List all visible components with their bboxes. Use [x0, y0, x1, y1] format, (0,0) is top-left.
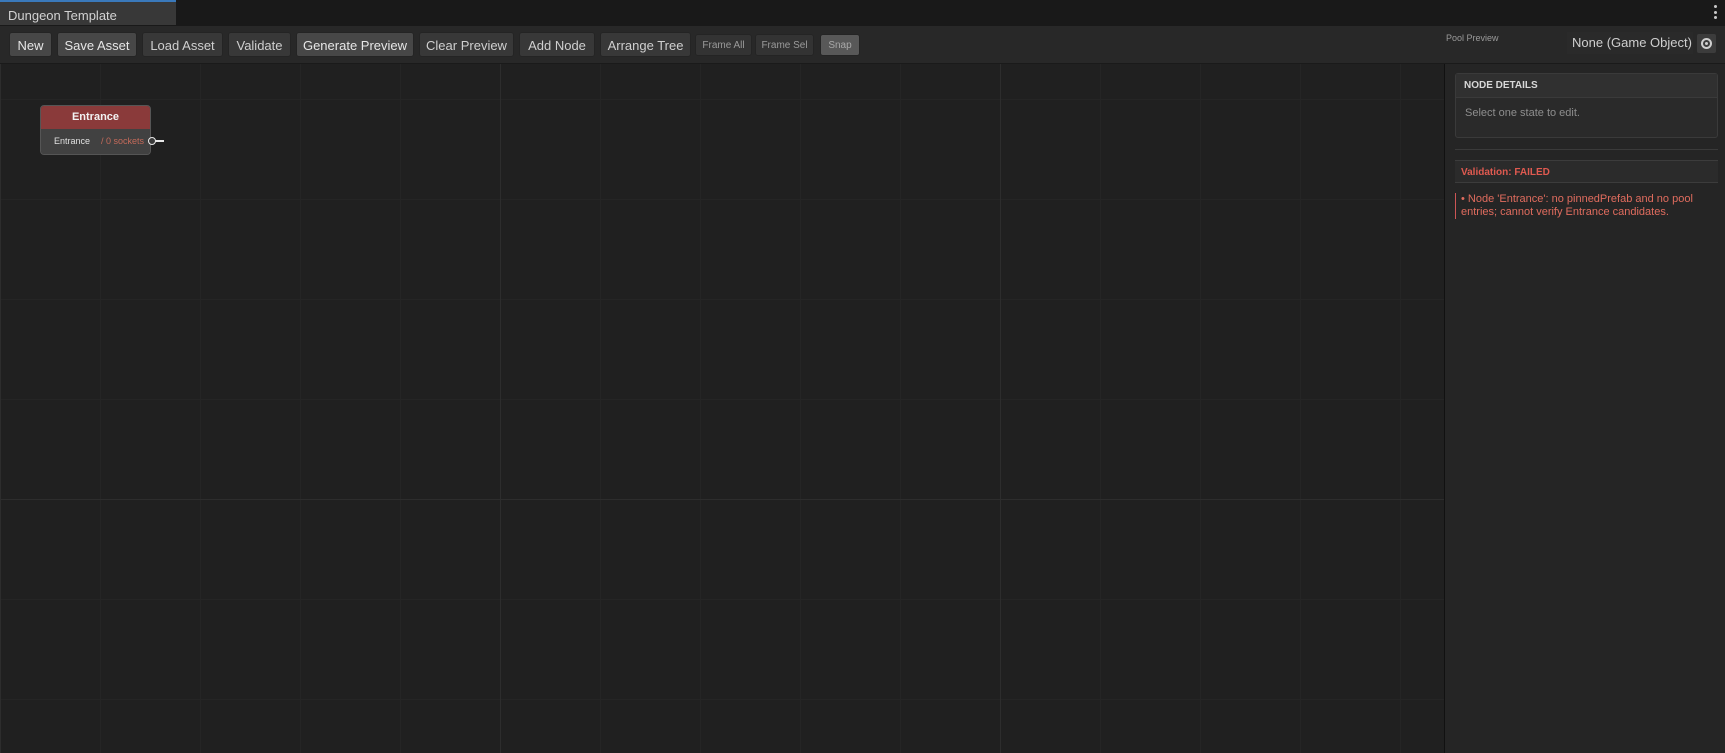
pool-preview-object-field[interactable]: None (Game Object): [1567, 32, 1693, 54]
snap-toggle[interactable]: Snap: [820, 34, 860, 56]
node-details-box: NODE DETAILS Select one state to edit.: [1455, 73, 1718, 138]
port-connector-line[interactable]: [155, 140, 164, 142]
frame-sel-button[interactable]: Frame Sel: [755, 34, 814, 56]
window-tab-bar: Dungeon Template Designer: [0, 0, 1725, 51]
validation-error-message: • Node 'Entrance': no pinnedPrefab and n…: [1455, 193, 1718, 219]
generate-preview-button[interactable]: Generate Preview: [296, 32, 414, 57]
pool-preview-label: Pool Preview: [1446, 33, 1499, 43]
toolbar: New Save Asset Load Asset Validate Gener…: [0, 26, 1725, 64]
arrange-tree-button[interactable]: Arrange Tree: [600, 32, 691, 57]
node-details-hint: Select one state to edit.: [1465, 107, 1580, 119]
new-button[interactable]: New: [9, 32, 52, 57]
validate-button[interactable]: Validate: [228, 32, 291, 57]
node-socket-count: / 0 sockets: [101, 136, 145, 146]
node-details-title: NODE DETAILS: [1456, 74, 1717, 98]
window-tab[interactable]: Dungeon Template Designer: [0, 0, 176, 51]
save-asset-button[interactable]: Save Asset: [57, 32, 137, 57]
add-node-button[interactable]: Add Node: [519, 32, 595, 57]
divider: [1455, 149, 1718, 150]
more-options-icon[interactable]: [1713, 5, 1717, 19]
node-body: Entrance / 0 sockets: [41, 129, 164, 154]
validation-status: Validation: FAILED: [1455, 160, 1718, 183]
clear-preview-button[interactable]: Clear Preview: [419, 32, 514, 57]
frame-all-button[interactable]: Frame All: [695, 34, 752, 56]
node-port-label: Entrance: [54, 136, 91, 146]
node-title: Entrance: [41, 106, 150, 129]
graph-node-entrance[interactable]: Entrance Entrance / 0 sockets: [40, 105, 164, 155]
inspector-panel: NODE DETAILS Select one state to edit. V…: [1445, 64, 1725, 753]
graph-canvas[interactable]: [0, 64, 1444, 753]
object-picker-icon[interactable]: [1697, 34, 1716, 53]
load-asset-button[interactable]: Load Asset: [142, 32, 223, 57]
